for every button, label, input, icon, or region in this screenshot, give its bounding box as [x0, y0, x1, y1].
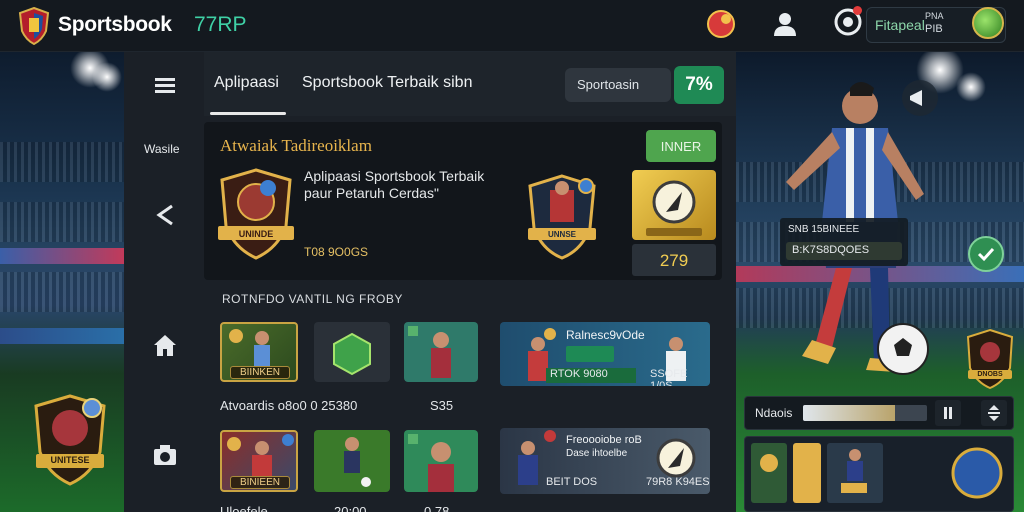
tab-aplipaasi[interactable]: Aplipaasi [214, 74, 279, 92]
football-icon[interactable] [876, 322, 930, 376]
stadium-background-right: SNB 15BINEEE B:K7S8DQOES DNOBS Ndaois [736, 52, 1024, 512]
game-tile-5[interactable] [314, 430, 390, 492]
match-card-2[interactable]: Freoooiobe roB Dase ihtoelbe BEIT DOS 79… [500, 428, 710, 494]
kicker-icon [344, 437, 371, 487]
game-tile-6[interactable] [404, 430, 478, 492]
sort-icon [988, 405, 1000, 421]
tab-sportoasin[interactable]: Sportoasin [565, 68, 671, 102]
mini-games-panel[interactable] [744, 436, 1014, 512]
trophy-shield-icon [218, 168, 294, 260]
section-title: ROTNFDO VANTIL NG FROBY [222, 292, 403, 306]
status-bar[interactable]: Ndaois [744, 396, 1014, 430]
user-profile-icon[interactable] [772, 11, 798, 37]
tab-bar: Aplipaasi Sportsbook Terbaik sibn Sporto… [204, 52, 736, 116]
promo-title: SNB 15BINEEE [788, 224, 860, 235]
check-icon[interactable] [968, 236, 1004, 272]
mini-games-art [751, 443, 1003, 503]
compass-icon [646, 180, 702, 236]
match-bar [566, 346, 614, 362]
tile-caption: BIINKEN [230, 366, 290, 379]
status-label: Ndaois [755, 406, 793, 420]
percent-badge[interactable]: 7% [674, 66, 724, 104]
menu-icon[interactable] [152, 72, 178, 98]
player-shield-icon [528, 174, 596, 260]
row2-label-left: Uloefele [220, 504, 268, 512]
game-tile-3[interactable] [404, 322, 478, 382]
hero-banner[interactable]: Atwaiak Tadireoiklam UNINDE Aplipaasi Sp… [204, 122, 722, 280]
match-right-value: SSOFE 1/0S [650, 368, 688, 386]
sports-ball-icon[interactable] [706, 9, 736, 39]
top-bar: Sportsbook 77RP Fitapeal PNA PIB [0, 0, 1024, 52]
tile-caption-2: BINIEEN [230, 476, 290, 489]
row2-label-right: 0.78 [424, 504, 450, 512]
balance-display: 77RP [194, 13, 247, 36]
game-tile-2[interactable] [314, 322, 390, 382]
hero-shield2-caption: UNNSE [547, 230, 576, 239]
promo-value: B:K7S8DQOES [786, 242, 902, 260]
notification-dot [853, 6, 862, 15]
hero-description: Aplipaasi Sportsbook Terbaik paur Petaru… [304, 168, 485, 201]
progress-fill [803, 405, 895, 421]
match-2-left-value: BEIT DOS [546, 476, 598, 488]
match-2-right-value: 79R8 K94ES [646, 476, 710, 488]
app-panel: Wasile Aplipaasi Sportsbook Terbaik sibn… [124, 52, 736, 512]
promo-tag[interactable]: SNB 15BINEEE B:K7S8DQOES [780, 218, 908, 266]
match-left-value: RTOK 9080 [546, 368, 636, 383]
hero-title: Atwaiak Tadireoiklam [220, 136, 372, 155]
row2-label-mid: 20:00 [334, 504, 367, 512]
progress-bar [803, 405, 927, 421]
active-tab-underline [210, 112, 286, 115]
home-icon[interactable] [152, 332, 178, 358]
deposit-small-text: PNA [925, 11, 944, 21]
green-cube-icon [333, 332, 371, 376]
camera-icon[interactable] [152, 442, 178, 468]
gold-prize-tile[interactable] [632, 170, 716, 240]
match-card-1[interactable]: Ralnesc9vOde RTOK 9080 SSOFE 1/0S [500, 322, 710, 386]
team-shield-badge-left[interactable] [30, 392, 110, 488]
deposit-label: Fitapeal [875, 17, 925, 33]
game-tile-1[interactable]: BIINKEN [220, 322, 298, 382]
match-2-subtitle: Dase ihtoelbe [566, 448, 628, 459]
sort-button[interactable] [981, 400, 1007, 426]
hero-shield-caption: UNINDE [238, 229, 274, 239]
right-shield-caption: DNOBS [977, 371, 1003, 378]
row1-label-right: S35 [430, 398, 454, 413]
pause-icon [944, 407, 952, 419]
match-2-title: Freoooiobe roB [566, 434, 642, 446]
sidebar: Wasile [124, 52, 204, 512]
team-shield-badge-right[interactable] [964, 328, 1016, 390]
pause-button[interactable] [935, 400, 961, 426]
share-icon[interactable] [152, 202, 178, 228]
tab-sportsbook[interactable]: Sportsbook Terbaik sibn [302, 74, 472, 92]
sidebar-label[interactable]: Wasile [144, 142, 180, 156]
player-celebrate-icon [408, 326, 451, 378]
hero-subtext: T08 9O0GS [304, 245, 369, 259]
brand-shield-logo[interactable] [18, 7, 50, 45]
player-portrait-icon [408, 434, 454, 492]
deposit-value: PIB [925, 23, 943, 35]
left-shield-caption: UNITESE [50, 455, 90, 465]
game-tile-4[interactable]: BINIEEN [220, 430, 298, 492]
brand-name: Sportsbook [58, 13, 172, 36]
match-title: Ralnesc9vOde [566, 328, 645, 342]
coin-icon[interactable] [972, 7, 1004, 39]
stadium-background-left: UNITESE [0, 52, 124, 512]
row1-label-left: Atvoardis o8o0 0 25380 [220, 398, 358, 413]
gold-value: 279 [632, 244, 716, 276]
inner-button[interactable]: INNER [646, 130, 716, 162]
